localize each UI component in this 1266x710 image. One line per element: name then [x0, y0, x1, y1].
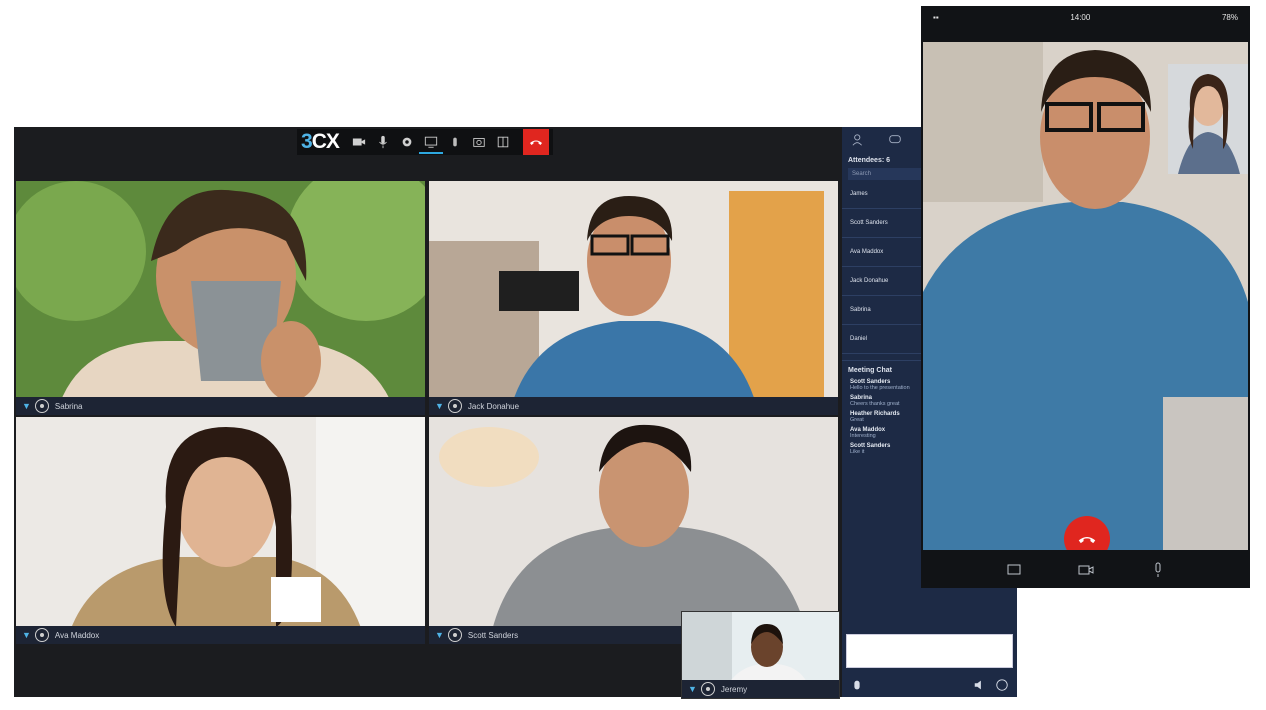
participant-name: Sabrina — [54, 401, 83, 411]
chevron-down-icon[interactable]: ▼ — [435, 401, 444, 411]
app-logo: 3CX — [301, 130, 340, 153]
microphone-icon[interactable] — [1150, 562, 1166, 578]
whiteboard-icon[interactable] — [491, 130, 515, 154]
clock: 14:00 — [1070, 12, 1091, 22]
tile-namebar: ▼ Jeremy — [682, 680, 839, 698]
video-tile-scott-sanders[interactable]: ▼ Scott Sanders — [429, 417, 838, 644]
video-tile-ava-maddox[interactable]: ▼ Ava Maddox — [16, 417, 425, 644]
signal-icon: ▪▪ — [933, 12, 939, 22]
hangup-icon — [529, 140, 542, 145]
video-tile-sabrina[interactable]: ▼ Sabrina — [16, 181, 425, 415]
speaker-icon[interactable] — [973, 678, 987, 692]
screen-share-icon[interactable] — [1006, 562, 1022, 578]
participant-name: Jack Donahue — [467, 401, 520, 411]
video-icon[interactable] — [1078, 562, 1094, 578]
status-bar: ▪▪ 14:00 78% — [921, 6, 1250, 28]
microphone-icon[interactable] — [371, 130, 395, 154]
pin-icon[interactable] — [34, 399, 49, 413]
video-icon[interactable] — [347, 130, 371, 154]
settings-icon[interactable] — [395, 130, 419, 154]
phone-self-view[interactable] — [1168, 64, 1248, 174]
chevron-down-icon[interactable]: ▼ — [435, 630, 444, 640]
video-tile-jack-donahue[interactable]: ▼ Jack Donahue — [429, 181, 838, 415]
video-tile-jeremy[interactable]: ▼ Jeremy — [681, 611, 840, 699]
participant-name: Scott Sanders — [467, 630, 519, 640]
hangup-icon — [1078, 536, 1096, 544]
sidebar-footer — [842, 673, 1017, 697]
tile-namebar: ▼ Ava Maddox — [16, 626, 425, 644]
pin-icon[interactable] — [447, 399, 462, 413]
chat-icon[interactable] — [888, 133, 902, 147]
camera-switch-icon[interactable] — [467, 130, 491, 154]
emoji-icon[interactable] — [995, 678, 1009, 692]
screen-share-icon[interactable] — [419, 130, 443, 154]
participant-name: Ava Maddox — [54, 630, 100, 640]
hangup-button[interactable] — [522, 129, 549, 155]
raise-hand-icon[interactable] — [850, 678, 864, 692]
tile-namebar: ▼ Jack Donahue — [429, 397, 838, 415]
meeting-toolbar: 3CX — [297, 129, 553, 155]
chat-input[interactable] — [846, 634, 1013, 668]
participant-name: Jeremy — [720, 684, 748, 694]
raise-hand-icon[interactable] — [443, 130, 467, 154]
phone-remote-video[interactable] — [923, 42, 1248, 550]
desktop-meeting-window: 3CX ▼ Sabrina ▼ Jack Donahue ▼ Ava Maddo… — [14, 127, 1017, 699]
pin-icon[interactable] — [700, 682, 715, 696]
battery-indicator: 78% — [1221, 12, 1238, 22]
participants-icon[interactable] — [852, 133, 866, 147]
phone-controls — [921, 552, 1250, 588]
tile-namebar: ▼ Sabrina — [16, 397, 425, 415]
mobile-call-screen: ▪▪ 14:00 78% — [921, 6, 1250, 588]
pin-icon[interactable] — [34, 628, 49, 642]
chevron-down-icon[interactable]: ▼ — [688, 684, 697, 694]
chevron-down-icon[interactable]: ▼ — [22, 630, 31, 640]
pin-icon[interactable] — [447, 628, 462, 642]
chevron-down-icon[interactable]: ▼ — [22, 401, 31, 411]
